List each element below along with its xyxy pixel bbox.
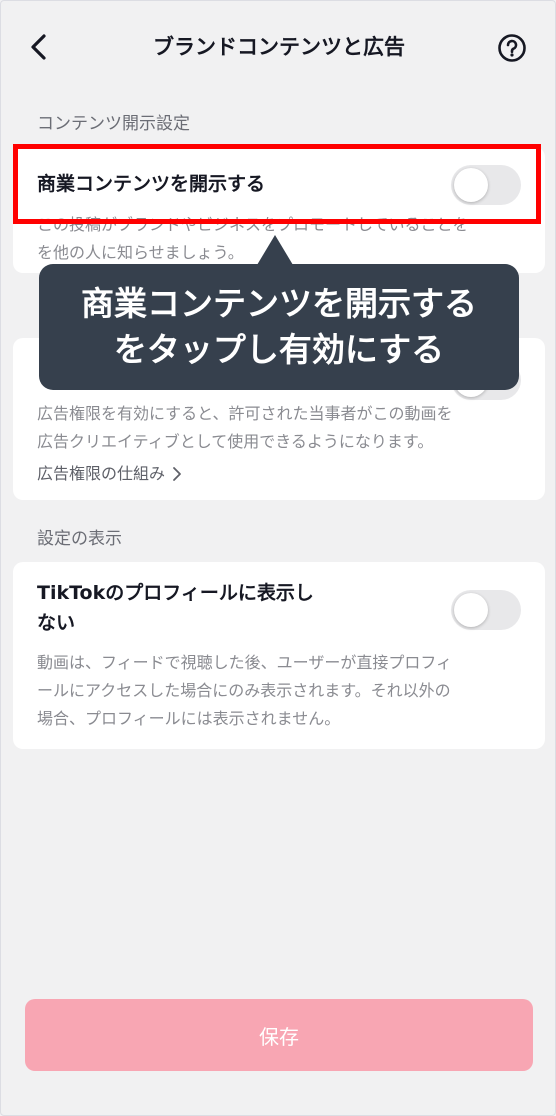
profile-desc-line2: ールにアクセスした場合にのみ表示されます。それ以外の [37, 681, 451, 700]
profile-display-card: TikTokのプロフィールに表示し ない 動画は、フィードで視聴した後、ユーザー… [13, 562, 545, 749]
section-label-content-disclosure: コンテンツ開示設定 [37, 114, 190, 134]
profile-title-line1: TikTokのプロフィールに表示し [37, 582, 314, 604]
profile-display-toggle[interactable] [451, 590, 521, 630]
tooltip-line1: 商業コンテンツを開示する [81, 284, 477, 323]
profile-title-line2: ない [37, 612, 76, 634]
ad-desc-line1: 広告権限を有効にすると、許可された当事者がこの動画を [37, 404, 453, 423]
question-circle-icon [498, 34, 526, 62]
profile-display-title: TikTokのプロフィールに表示し ない [37, 578, 314, 638]
highlight-box [13, 144, 541, 224]
instruction-tooltip: 商業コンテンツを開示する をタップし有効にする [39, 264, 519, 390]
page-title: ブランドコンテンツと広告 [153, 35, 405, 59]
profile-desc-line3: 場合、プロフィールには表示されません。 [37, 709, 341, 728]
ad-permission-link-label: 広告権限の仕組み [37, 464, 166, 483]
help-button[interactable] [497, 33, 527, 63]
app-screen: ブランドコンテンツと広告 コンテンツ開示設定 商業コンテンツを開示する この投稿… [0, 0, 556, 1116]
toggle-knob [454, 593, 488, 627]
profile-display-description: 動画は、フィードで視聴した後、ユーザーが直接プロフィ ールにアクセスした場合にの… [37, 649, 521, 733]
section-label-display: 設定の表示 [37, 529, 122, 549]
tooltip-line2: をタップし有効にする [113, 330, 445, 369]
ad-permission-description: 広告権限を有効にすると、許可された当事者がこの動画を 広告クリエイティブとして使… [37, 400, 521, 456]
profile-desc-line1: 動画は、フィードで視聴した後、ユーザーが直接プロフィ [37, 653, 453, 672]
tooltip-arrow [257, 235, 293, 265]
ad-permission-link[interactable]: 広告権限の仕組み [37, 462, 183, 486]
ad-desc-line2: 広告クリエイティブとして使用できるようになります。 [37, 432, 434, 451]
header: ブランドコンテンツと広告 [1, 1, 555, 93]
save-button[interactable]: 保存 [25, 999, 533, 1071]
chevron-right-icon [173, 467, 181, 481]
